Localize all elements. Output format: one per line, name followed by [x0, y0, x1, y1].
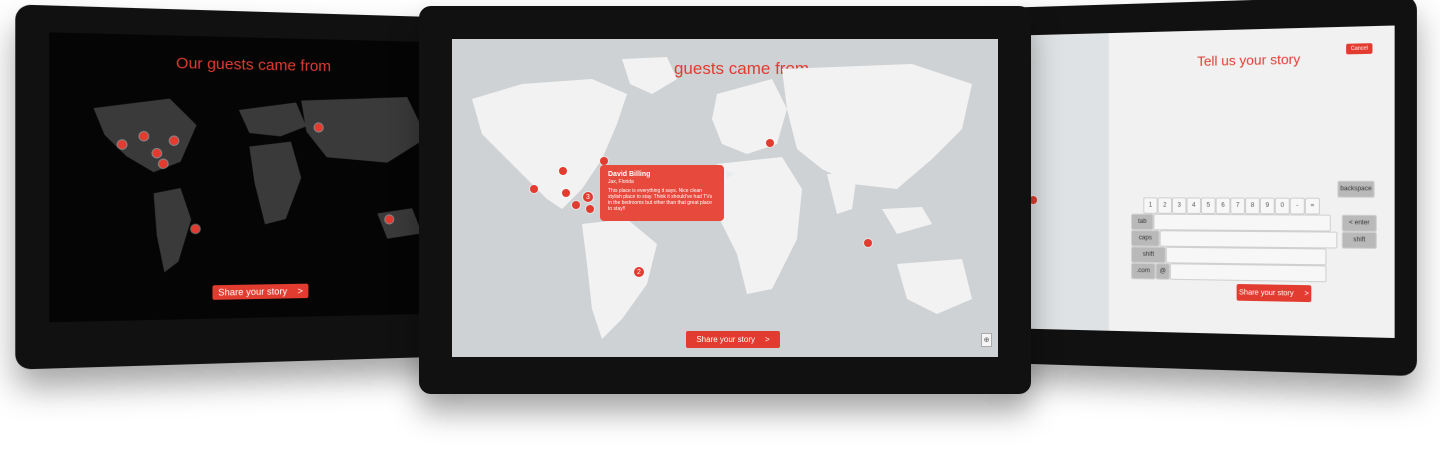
key-minus[interactable]: - [1290, 198, 1305, 215]
dotcom-key[interactable]: .com [1131, 263, 1155, 280]
map-pin[interactable] [766, 139, 774, 147]
right-shift-key[interactable]: shift [1342, 232, 1377, 249]
map-pin[interactable] [385, 215, 393, 223]
left-share-story-button[interactable]: Share your story > [212, 284, 308, 300]
chevron-right-icon: > [765, 335, 770, 344]
chevron-right-icon: > [297, 286, 302, 296]
map-pin[interactable] [170, 136, 179, 144]
key-3[interactable]: 3 [1172, 197, 1186, 214]
key-1[interactable]: 1 [1143, 197, 1157, 213]
map-pin[interactable] [864, 239, 872, 247]
key-5[interactable]: 5 [1201, 197, 1216, 214]
map-pin[interactable] [586, 205, 594, 213]
key-0[interactable]: 0 [1275, 198, 1290, 215]
map-pin[interactable] [559, 167, 567, 175]
left-share-story-label: Share your story [218, 286, 287, 298]
on-screen-keyboard: backspace 1 2 3 4 5 6 7 8 9 0 - = tab < … [1131, 181, 1386, 288]
key-2[interactable]: 2 [1158, 197, 1172, 214]
map-pin[interactable] [118, 140, 127, 149]
center-share-story-label: Share your story [696, 335, 755, 344]
cancel-label: Cancel [1351, 45, 1368, 52]
at-key[interactable]: @ [1156, 263, 1170, 280]
center-world-map [452, 39, 998, 357]
left-screen: Our guests came from Share your story > [49, 32, 446, 322]
map-pin[interactable] [191, 225, 200, 233]
cancel-button[interactable]: Cancel [1346, 43, 1372, 54]
center-tablet: Our guests came from 3 2 David Billing J… [419, 6, 1031, 394]
right-share-story-label: Share your story [1239, 289, 1294, 297]
left-tablet: Our guests came from Share your story > [15, 4, 466, 369]
popup-guest-location: Jax, Florida [608, 179, 716, 185]
spacebar[interactable] [1170, 263, 1327, 282]
map-pin[interactable] [315, 123, 323, 131]
tab-key[interactable]: tab [1131, 214, 1153, 231]
map-pin[interactable] [153, 149, 162, 157]
right-screen: Tell us your story Cancel backspace 1 2 … [1021, 25, 1394, 338]
right-tablet: Tell us your story Cancel backspace 1 2 … [1000, 0, 1417, 376]
zoom-icon: ⊕ [984, 336, 990, 344]
map-pin-cluster[interactable]: 3 [583, 192, 593, 202]
center-share-story-button[interactable]: Share your story > [686, 331, 780, 348]
key-8[interactable]: 8 [1245, 198, 1260, 215]
caps-key[interactable]: caps [1131, 230, 1160, 247]
map-pin[interactable] [572, 201, 580, 209]
backspace-key[interactable]: backspace [1337, 181, 1374, 198]
right-share-story-button[interactable]: Share your story > [1237, 284, 1312, 302]
map-pin[interactable] [140, 132, 149, 141]
story-panel: Tell us your story Cancel backspace 1 2 … [1109, 25, 1395, 338]
key-equals[interactable]: = [1305, 198, 1320, 215]
popup-guest-story: This place is everything it says. Nice c… [608, 188, 716, 212]
key-9[interactable]: 9 [1260, 198, 1275, 215]
map-pin[interactable] [530, 185, 538, 193]
popup-guest-name: David Billing [608, 171, 716, 178]
map-pin[interactable] [159, 160, 168, 168]
right-faded-map [1021, 33, 1108, 331]
popup-next-arrow-icon[interactable]: ▶ [726, 169, 734, 180]
key-6[interactable]: 6 [1216, 197, 1231, 214]
keyboard-row-2[interactable] [1154, 214, 1331, 232]
shift-key[interactable]: shift [1131, 246, 1166, 263]
map-zoom-button[interactable]: ⊕ [981, 333, 992, 347]
left-world-map [49, 32, 446, 322]
map-pin-cluster[interactable]: 2 [634, 267, 644, 277]
enter-key[interactable]: < enter [1342, 215, 1377, 232]
key-7[interactable]: 7 [1230, 197, 1245, 214]
map-pin[interactable] [562, 189, 570, 197]
keyboard-row-3[interactable] [1160, 230, 1338, 248]
map-pin[interactable] [600, 157, 608, 165]
key-4[interactable]: 4 [1186, 197, 1201, 214]
chevron-right-icon: > [1304, 290, 1308, 297]
center-screen: Our guests came from 3 2 David Billing J… [452, 39, 998, 357]
guest-story-popup[interactable]: David Billing Jax, Florida This place is… [600, 165, 724, 221]
